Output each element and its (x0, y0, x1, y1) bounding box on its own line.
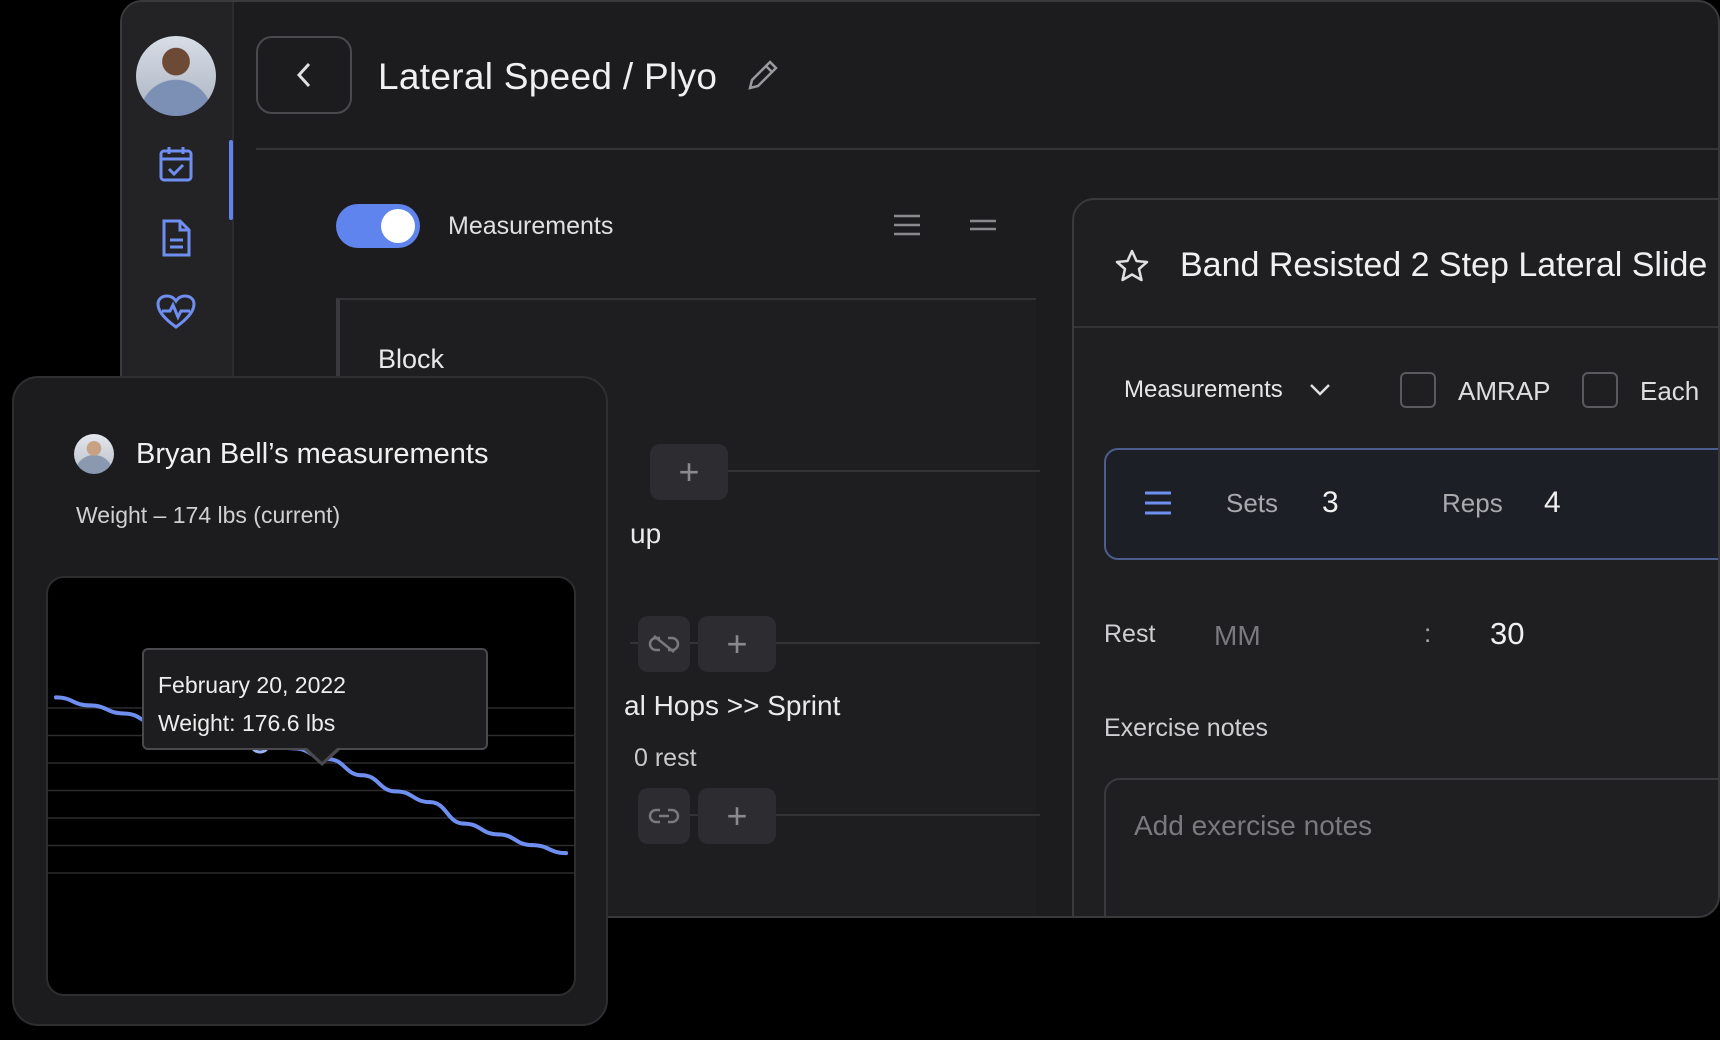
measurements-card: Bryan Bell’s measurements Weight – 174 l… (12, 376, 608, 1026)
add-exercise-button[interactable]: + (698, 788, 776, 844)
heart-pulse-icon[interactable] (156, 292, 196, 332)
data-point[interactable] (394, 789, 398, 794)
measurements-select[interactable]: Measurements (1124, 376, 1331, 404)
data-point[interactable] (530, 843, 534, 848)
divider (1074, 326, 1718, 328)
page-header: Lateral Speed / Plyo (234, 2, 1718, 150)
link-icon (648, 808, 680, 824)
data-point[interactable] (122, 711, 126, 716)
block-title: Block (378, 344, 445, 374)
data-point[interactable] (54, 695, 58, 700)
rest-label: Rest (1104, 620, 1156, 648)
tooltip-value: Weight: 176.6 lbs (158, 710, 336, 736)
add-exercise-button[interactable]: + (698, 616, 776, 672)
unlink-icon (648, 635, 680, 653)
compact-view-icon[interactable] (968, 210, 998, 240)
group-name[interactable]: up (630, 518, 661, 550)
calendar-check-icon[interactable] (156, 144, 196, 184)
exercise-name[interactable]: al Hops >> Sprint (624, 690, 840, 722)
back-button[interactable] (256, 36, 352, 114)
document-icon[interactable] (156, 218, 196, 258)
tooltip-date: February 20, 2022 (158, 672, 346, 698)
pencil-icon[interactable] (744, 58, 780, 94)
add-item-button[interactable]: + (650, 444, 728, 500)
sidebar-active-indicator (229, 140, 233, 220)
measurements-subtitle: Weight – 174 lbs (current) (76, 502, 341, 528)
amrap-label: AMRAP (1458, 376, 1551, 406)
amrap-checkbox[interactable] (1400, 372, 1436, 408)
reps-value[interactable]: 4 (1544, 486, 1561, 520)
sets-label: Sets (1226, 488, 1279, 518)
reps-label: Reps (1442, 488, 1503, 518)
avatar (74, 434, 114, 474)
rest-summary: 0 rest (634, 744, 697, 772)
select-label: Measurements (1124, 376, 1283, 403)
weight-chart[interactable]: February 20, 2022 Weight: 176.6 lbs (46, 576, 576, 996)
chart-plot (48, 695, 574, 874)
measurements-toggle[interactable] (336, 204, 420, 248)
drag-handle-icon[interactable] (1144, 490, 1172, 516)
toggle-label: Measurements (448, 212, 614, 240)
notes-label: Exercise notes (1104, 714, 1268, 742)
each-label: Each (1640, 376, 1700, 406)
data-point[interactable] (360, 773, 364, 778)
page-title: Lateral Speed / Plyo (378, 56, 718, 97)
rest-minutes-input[interactable]: MM (1214, 620, 1261, 652)
chevron-down-icon (1309, 384, 1330, 396)
chevron-left-icon (296, 62, 311, 88)
data-point[interactable] (462, 821, 466, 826)
data-point[interactable] (88, 703, 92, 708)
measurements-title: Bryan Bell’s measurements (136, 438, 489, 470)
data-point[interactable] (428, 800, 432, 805)
sets-value[interactable]: 3 (1322, 486, 1339, 520)
divider (630, 642, 1040, 644)
star-icon[interactable] (1114, 248, 1150, 284)
rest-seconds-input[interactable]: 30 (1490, 616, 1524, 652)
rest-colon: : (1424, 618, 1432, 648)
tooltip-tail (304, 748, 340, 766)
exercise-title: Band Resisted 2 Step Lateral Slide (1180, 246, 1708, 284)
avatar[interactable] (136, 36, 216, 116)
data-point[interactable] (496, 832, 500, 837)
exercise-notes-input[interactable] (1134, 810, 1694, 916)
header-divider (256, 148, 1718, 150)
notes-box (1104, 778, 1718, 916)
sets-reps-row[interactable]: Sets 3 Reps 4 (1104, 448, 1718, 560)
chart-tooltip: February 20, 2022 Weight: 176.6 lbs (142, 648, 488, 750)
unlink-button[interactable] (638, 616, 690, 672)
data-point[interactable] (564, 851, 568, 856)
each-checkbox[interactable] (1582, 372, 1618, 408)
exercise-panel: Band Resisted 2 Step Lateral Slide Measu… (1072, 198, 1718, 916)
list-view-icon[interactable] (892, 210, 922, 240)
link-button[interactable] (638, 788, 690, 844)
